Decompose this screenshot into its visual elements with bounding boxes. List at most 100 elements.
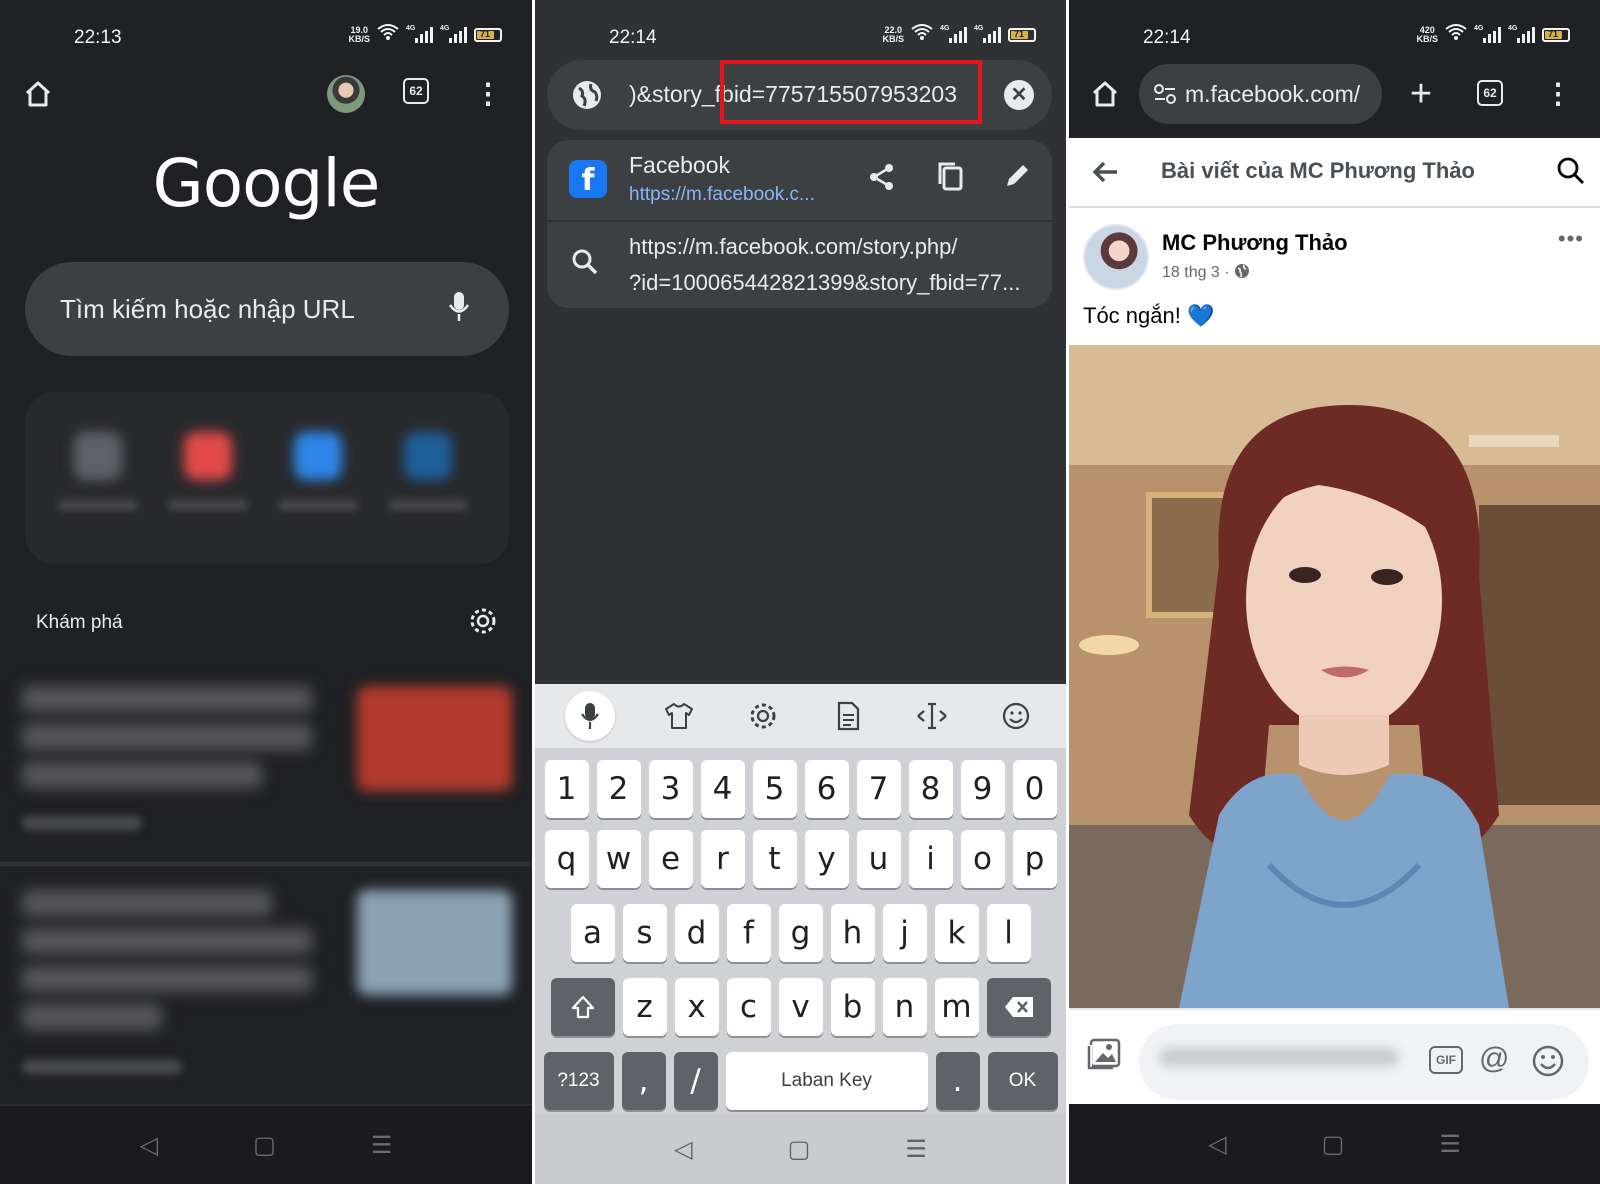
key[interactable]: g [778,904,823,962]
cursor-move-icon[interactable] [912,696,952,736]
key[interactable]: 9 [960,760,1005,818]
share-icon[interactable] [867,162,897,197]
clear-icon[interactable]: ✕ [1004,80,1034,110]
shortcut-tile[interactable] [163,432,253,542]
comma-key[interactable]: , [621,1052,666,1110]
key[interactable]: h [830,904,875,962]
search-suggestion-line2[interactable]: ?id=100065442821399&story_fbid=77... [629,270,1020,296]
search-input[interactable]: Tìm kiếm hoặc nhập URL [25,262,509,356]
key[interactable]: t [752,830,797,888]
news-card[interactable] [22,686,512,846]
key[interactable]: q [544,830,589,888]
shift-key[interactable] [550,978,615,1036]
period-key[interactable]: . [935,1052,980,1110]
key[interactable]: 7 [856,760,901,818]
search-icon[interactable] [1556,156,1586,191]
url-input[interactable]: )&story_fbid=775715507953203 ✕ [547,60,1052,130]
key[interactable]: f [726,904,771,962]
emoji-icon[interactable] [1531,1044,1565,1083]
suggestion-title[interactable]: Facebook [629,152,730,179]
key[interactable]: j [882,904,927,962]
edit-icon[interactable] [1003,160,1033,195]
ok-key[interactable]: OK [987,1052,1058,1110]
home-nav-icon[interactable]: ▢ [788,1135,811,1164]
key[interactable]: 8 [908,760,953,818]
back-arrow-icon[interactable] [1091,158,1119,191]
recents-icon[interactable]: ☰ [1439,1130,1461,1159]
shortcut-tile[interactable] [53,432,143,542]
news-card[interactable] [22,890,512,1080]
key[interactable]: y [804,830,849,888]
backspace-key[interactable] [986,978,1051,1036]
key[interactable]: o [960,830,1005,888]
key[interactable]: u [856,830,901,888]
url-text[interactable]: m.facebook.com/ [1185,81,1360,108]
key[interactable]: s [622,904,667,962]
suggestion-url[interactable]: https://m.facebook.c... [629,184,815,206]
space-key[interactable]: Laban Key [725,1052,928,1110]
back-icon[interactable]: ◁ [1208,1130,1226,1159]
comment-input[interactable]: GIF @ [1139,1024,1589,1100]
theme-icon[interactable] [659,696,699,736]
microphone-icon[interactable] [447,290,471,329]
home-nav-icon[interactable]: ▢ [253,1131,276,1160]
home-icon[interactable] [20,76,56,112]
key[interactable]: 4 [700,760,745,818]
site-settings-icon[interactable] [1153,83,1177,110]
url-bar[interactable]: m.facebook.com/ [1139,64,1382,124]
avatar[interactable] [1083,224,1149,290]
post-photo[interactable] [1069,345,1600,1008]
key[interactable]: b [830,978,875,1036]
shortcut-tile[interactable] [273,432,363,542]
search-suggestion-line1[interactable]: https://m.facebook.com/story.php/ [629,234,958,260]
key[interactable]: l [986,904,1031,962]
gear-icon[interactable] [468,606,498,636]
tab-switcher-button[interactable]: 62 [1477,80,1503,106]
key[interactable]: i [908,830,953,888]
key[interactable]: 0 [1012,760,1057,818]
shortcut-tile[interactable] [383,432,473,542]
key[interactable]: 3 [648,760,693,818]
key[interactable]: 1 [544,760,589,818]
key[interactable]: 5 [752,760,797,818]
mention-icon[interactable]: @ [1479,1042,1509,1076]
key[interactable]: m [934,978,979,1036]
recents-icon[interactable]: ☰ [371,1131,393,1160]
gif-button[interactable]: GIF [1429,1046,1463,1074]
key[interactable]: p [1012,830,1057,888]
home-icon[interactable] [1087,76,1123,112]
settings-icon[interactable] [743,696,783,736]
new-tab-icon[interactable]: + [1405,75,1437,113]
key[interactable]: k [934,904,979,962]
tab-switcher-button[interactable]: 62 [403,78,429,104]
avatar[interactable] [327,75,365,113]
back-icon[interactable]: ◁ [674,1135,692,1164]
key[interactable]: r [700,830,745,888]
post-author[interactable]: MC Phương Thảo [1162,230,1348,256]
key[interactable]: e [648,830,693,888]
symbols-key[interactable]: ?123 [543,1052,614,1110]
key[interactable]: a [570,904,615,962]
key[interactable]: v [778,978,823,1036]
key[interactable]: x [674,978,719,1036]
key[interactable]: w [596,830,641,888]
microphone-icon[interactable] [565,691,616,741]
back-icon[interactable]: ◁ [140,1131,158,1160]
slash-key[interactable]: / [673,1052,718,1110]
recents-icon[interactable]: ☰ [905,1135,927,1164]
copy-icon[interactable] [935,160,965,197]
key[interactable]: 2 [596,760,641,818]
key[interactable]: c [726,978,771,1036]
home-nav-icon[interactable]: ▢ [1322,1130,1345,1159]
emoji-icon[interactable] [996,696,1036,736]
clipboard-icon[interactable] [828,696,868,736]
photo-icon[interactable] [1085,1036,1123,1077]
key[interactable]: 6 [804,760,849,818]
key[interactable]: n [882,978,927,1036]
more-options-icon[interactable]: ••• [1558,226,1584,252]
key[interactable]: d [674,904,719,962]
menu-icon[interactable]: ⋮ [1544,78,1572,109]
menu-icon[interactable]: ⋮ [474,78,502,109]
key[interactable]: z [622,978,667,1036]
signal-icon: 4G [406,25,433,43]
